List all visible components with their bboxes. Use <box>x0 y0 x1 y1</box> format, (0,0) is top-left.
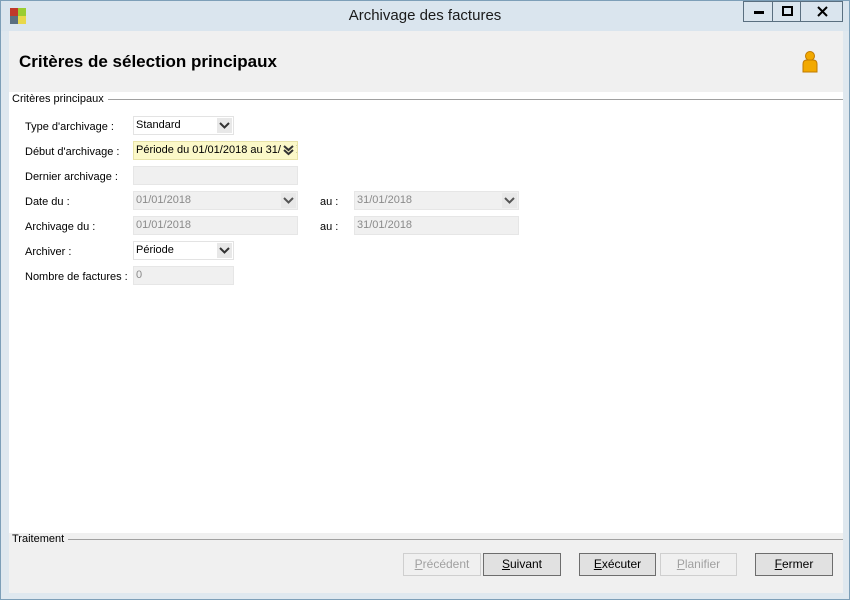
close-icon <box>817 6 828 17</box>
archivage-du-label: Archivage du : <box>25 221 96 233</box>
double-chevron-down-icon <box>283 145 294 156</box>
window: Archivage des factures Critères de sélec… <box>0 0 850 600</box>
chevron-down-icon <box>504 197 515 204</box>
nombre-factures-label: Nombre de factures : <box>25 271 128 283</box>
type-archivage-select[interactable]: Standard <box>133 116 234 135</box>
date-du-label: Date du : <box>25 196 70 208</box>
dernier-archivage-field <box>133 166 298 185</box>
executer-mnemonic: E <box>593 557 602 571</box>
user-icon[interactable] <box>801 51 819 73</box>
chevron-down-icon <box>219 122 230 129</box>
window-title: Archivage des factures <box>348 7 502 24</box>
executer-button[interactable]: Exécuter <box>579 553 656 576</box>
maximize-icon <box>782 6 793 16</box>
page-title: Critères de sélection principaux <box>19 52 277 71</box>
client-area: Critères de sélection principaux Critère… <box>9 31 843 593</box>
date-au-select[interactable]: 31/01/2018 <box>354 191 519 210</box>
type-archivage-label: Type d'archivage : <box>25 121 114 133</box>
debut-archivage-value: Période du 01/01/2018 au 31/01/2018 <box>136 144 297 156</box>
date-du-dropdown-button[interactable] <box>281 193 296 208</box>
archiver-value: Période <box>136 244 174 256</box>
date-au-dropdown-button[interactable] <box>502 193 517 208</box>
archivage-au-field: 31/01/2018 <box>354 216 519 235</box>
archiver-select[interactable]: Période <box>133 241 234 260</box>
group-divider <box>99 99 843 100</box>
date-du-value: 01/01/2018 <box>136 194 192 206</box>
suivant-mnemonic: S <box>501 557 510 571</box>
archivage-au-label: au : <box>320 221 339 233</box>
dernier-archivage-label: Dernier archivage : <box>25 171 118 183</box>
date-du-select[interactable]: 01/01/2018 <box>133 191 298 210</box>
precedent-label: récédent <box>422 557 470 571</box>
debut-archivage-dropdown-button[interactable] <box>281 143 296 158</box>
minimize-icon <box>754 11 764 14</box>
planifier-button[interactable]: Planifier <box>660 553 737 576</box>
chevron-down-icon <box>283 197 294 204</box>
precedent-button[interactable]: Précédent <box>403 553 481 576</box>
archiver-label: Archiver : <box>25 246 72 258</box>
maximize-button[interactable] <box>772 1 801 22</box>
fermer-label: ermer <box>782 557 814 571</box>
planifier-mnemonic: P <box>676 557 685 571</box>
header-band: Critères de sélection principaux <box>9 31 843 92</box>
suivant-label: uivant <box>509 557 543 571</box>
date-au-value: 31/01/2018 <box>357 194 413 206</box>
debut-archivage-select[interactable]: Période du 01/01/2018 au 31/01/2018 <box>133 141 298 160</box>
type-archivage-dropdown-button[interactable] <box>217 118 232 133</box>
group-label-criteres: Critères principaux <box>12 93 108 105</box>
group-label-traitement: Traitement <box>12 533 69 545</box>
fermer-mnemonic: F <box>774 557 782 571</box>
debut-archivage-label: Début d'archivage : <box>25 146 120 158</box>
suivant-button[interactable]: Suivant <box>483 553 561 576</box>
title-bar[interactable]: Archivage des factures <box>1 1 849 31</box>
precedent-mnemonic: P <box>414 557 423 571</box>
planifier-label: lanifier <box>684 557 721 571</box>
chevron-down-icon <box>219 247 230 254</box>
minimize-button[interactable] <box>743 1 773 22</box>
archivage-du-field: 01/01/2018 <box>133 216 298 235</box>
fermer-button[interactable]: Fermer <box>755 553 833 576</box>
date-au-label: au : <box>320 196 339 208</box>
type-archivage-value: Standard <box>136 119 181 131</box>
group-divider-traitement <box>65 539 843 540</box>
close-button[interactable] <box>800 1 843 22</box>
executer-label: xécuter <box>601 557 642 571</box>
nombre-factures-field: 0 <box>133 266 234 285</box>
archiver-dropdown-button[interactable] <box>217 243 232 258</box>
